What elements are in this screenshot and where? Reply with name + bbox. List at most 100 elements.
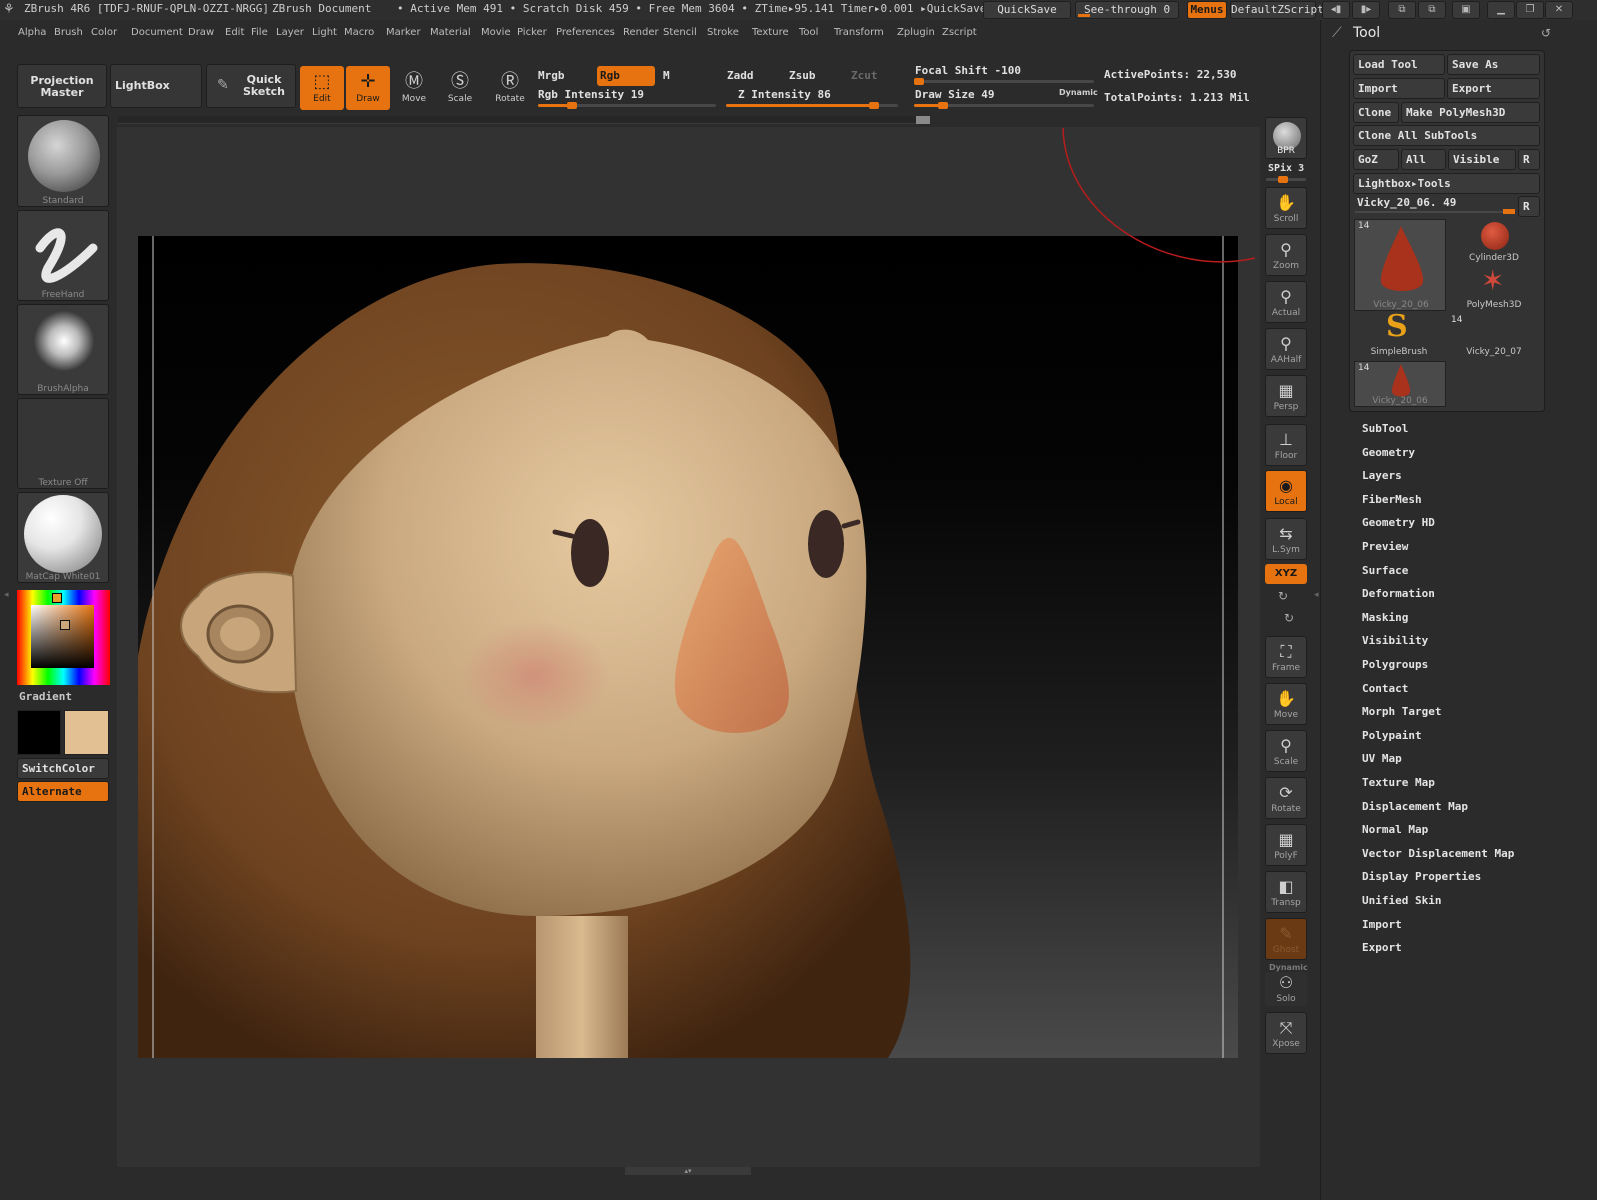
actual-button[interactable]: ⚲ Actual bbox=[1265, 281, 1307, 323]
zsub-button[interactable]: Zsub bbox=[786, 66, 844, 86]
section-vector-displacement-map[interactable]: Vector Displacement Map bbox=[1362, 847, 1514, 860]
menu-alpha[interactable]: Alpha bbox=[18, 27, 46, 38]
spix-slider[interactable] bbox=[1266, 176, 1306, 183]
tool-item-vicky-20-07[interactable]: 14 Vicky_20_07 bbox=[1449, 313, 1541, 359]
right-collapse-arrow-icon[interactable]: ◂ bbox=[1314, 590, 1319, 600]
color-shade-square[interactable] bbox=[31, 605, 94, 668]
current-tool-slider[interactable]: Vicky_20_06. 49 bbox=[1353, 193, 1516, 215]
m-button[interactable]: M bbox=[660, 66, 718, 86]
make-polymesh-button[interactable]: Make PolyMesh3D bbox=[1401, 102, 1540, 123]
menu-tool[interactable]: Tool bbox=[799, 27, 818, 38]
tool-item-cylinder3d[interactable]: Cylinder3D bbox=[1449, 219, 1541, 265]
section-unified-skin[interactable]: Unified Skin bbox=[1362, 894, 1441, 907]
layout-alt-icon[interactable]: ⧉ bbox=[1418, 1, 1446, 19]
rotate-z-icon[interactable]: ↻ bbox=[1284, 611, 1294, 625]
section-morph-target[interactable]: Morph Target bbox=[1362, 705, 1441, 718]
menu-light[interactable]: Light bbox=[312, 27, 337, 38]
z-intensity-knob[interactable] bbox=[869, 102, 879, 109]
clone-button[interactable]: Clone bbox=[1353, 102, 1399, 123]
bottom-tray-handle[interactable]: ▴▾ bbox=[625, 1167, 751, 1175]
bpr-button[interactable]: BPR bbox=[1265, 117, 1307, 159]
tool-r-button[interactable]: R bbox=[1518, 196, 1540, 217]
zoom-button[interactable]: ⚲ Zoom bbox=[1265, 234, 1307, 276]
rgb-intensity-knob[interactable] bbox=[567, 102, 577, 109]
projection-master-button[interactable]: Projection Master bbox=[17, 64, 107, 108]
minimize-icon[interactable]: ▁ bbox=[1487, 1, 1515, 19]
switch-color-button[interactable]: SwitchColor bbox=[17, 758, 109, 779]
tool-item-vicky-20-06-b[interactable]: 14 Vicky_20_06 bbox=[1354, 361, 1446, 407]
polyf-button[interactable]: ▦ PolyF bbox=[1265, 824, 1307, 866]
floor-button[interactable]: ⊥ Floor bbox=[1265, 424, 1307, 466]
section-texture-map[interactable]: Texture Map bbox=[1362, 776, 1435, 789]
menu-picker[interactable]: Picker bbox=[517, 27, 547, 38]
move-mode-button[interactable]: Ⓜ Move bbox=[392, 66, 436, 110]
section-displacement-map[interactable]: Displacement Map bbox=[1362, 800, 1468, 813]
scale-mode-button[interactable]: Ⓢ Scale bbox=[438, 66, 482, 110]
close-icon[interactable]: ✕ bbox=[1545, 1, 1573, 19]
xpose-button[interactable]: ⤧ Xpose bbox=[1265, 1012, 1307, 1054]
edit-mode-button[interactable]: ⬚ Edit bbox=[300, 66, 344, 110]
menu-render[interactable]: Render bbox=[623, 27, 659, 38]
goz-all-button[interactable]: All bbox=[1401, 149, 1446, 170]
section-normal-map[interactable]: Normal Map bbox=[1362, 823, 1428, 836]
tool-item-simplebrush[interactable]: S SimpleBrush bbox=[1354, 309, 1446, 359]
shade-marker[interactable] bbox=[60, 620, 70, 630]
local-button[interactable]: ◉ Local bbox=[1265, 470, 1307, 512]
rotate-view-button[interactable]: ⟳ Rotate bbox=[1265, 777, 1307, 819]
frame-button[interactable]: ⛶ Frame bbox=[1265, 636, 1307, 678]
section-uv-map[interactable]: UV Map bbox=[1362, 752, 1402, 765]
section-surface[interactable]: Surface bbox=[1362, 564, 1408, 577]
menu-material[interactable]: Material bbox=[430, 27, 471, 38]
document-viewport[interactable] bbox=[138, 236, 1238, 1058]
goz-visible-button[interactable]: Visible bbox=[1448, 149, 1516, 170]
tool-item-polymesh3d[interactable]: ✶ PolyMesh3D bbox=[1449, 264, 1541, 312]
menu-draw[interactable]: Draw bbox=[188, 27, 214, 38]
section-display-properties[interactable]: Display Properties bbox=[1362, 870, 1481, 883]
rotate-y-icon[interactable]: ↻ bbox=[1278, 589, 1288, 603]
z-intensity-slider[interactable] bbox=[726, 102, 898, 109]
persp-button[interactable]: ▦ Persp bbox=[1265, 375, 1307, 417]
draw-size-slider[interactable] bbox=[914, 102, 1094, 109]
section-layers[interactable]: Layers bbox=[1362, 469, 1402, 482]
zcut-button[interactable]: Zcut bbox=[848, 66, 906, 86]
default-zscript-button[interactable]: DefaultZScript bbox=[1230, 1, 1324, 19]
menu-edit[interactable]: Edit bbox=[225, 27, 244, 38]
menu-document[interactable]: Document bbox=[131, 27, 183, 38]
import-button[interactable]: Import bbox=[1353, 78, 1445, 99]
stroke-selector[interactable]: FreeHand bbox=[17, 210, 109, 301]
clone-all-subtools-button[interactable]: Clone All SubTools bbox=[1353, 125, 1540, 146]
section-fibermesh[interactable]: FiberMesh bbox=[1362, 493, 1422, 506]
section-import[interactable]: Import bbox=[1362, 918, 1402, 931]
solo-button[interactable]: ⚇ Solo bbox=[1265, 972, 1307, 1006]
section-preview[interactable]: Preview bbox=[1362, 540, 1408, 553]
menu-color[interactable]: Color bbox=[91, 27, 117, 38]
lightbox-button[interactable]: LightBox bbox=[110, 64, 202, 108]
rotate-mode-button[interactable]: Ⓡ Rotate bbox=[488, 66, 532, 110]
rgb-intensity-slider[interactable] bbox=[538, 102, 716, 109]
menus-toggle[interactable]: Menus bbox=[1187, 1, 1227, 19]
draw-size-knob[interactable] bbox=[938, 102, 948, 109]
secondary-color-swatch[interactable] bbox=[64, 710, 109, 755]
focal-shift-knob[interactable] bbox=[914, 78, 924, 85]
alpha-selector[interactable]: BrushAlpha bbox=[17, 304, 109, 395]
menu-marker[interactable]: Marker bbox=[386, 27, 421, 38]
draw-mode-button[interactable]: ✛ Draw bbox=[346, 66, 390, 110]
texture-selector[interactable]: Texture Off bbox=[17, 398, 109, 489]
primary-color-swatch[interactable] bbox=[17, 710, 61, 755]
load-tool-button[interactable]: Load Tool bbox=[1353, 54, 1445, 75]
menu-file[interactable]: File bbox=[251, 27, 268, 38]
lightbox-tools-button[interactable]: Lightbox▸Tools bbox=[1353, 173, 1540, 194]
hue-marker[interactable] bbox=[52, 593, 62, 603]
menu-macro[interactable]: Macro bbox=[344, 27, 374, 38]
canvas-top-scrollbar[interactable] bbox=[118, 116, 930, 124]
lsym-button[interactable]: ⇆ L.Sym bbox=[1265, 518, 1307, 560]
menu-movie[interactable]: Movie bbox=[481, 27, 511, 38]
restore-icon[interactable]: ❐ bbox=[1516, 1, 1544, 19]
export-button[interactable]: Export bbox=[1447, 78, 1540, 99]
section-polypaint[interactable]: Polypaint bbox=[1362, 729, 1422, 742]
section-geometry[interactable]: Geometry bbox=[1362, 446, 1415, 459]
section-polygroups[interactable]: Polygroups bbox=[1362, 658, 1428, 671]
zadd-button[interactable]: Zadd bbox=[724, 66, 782, 86]
menu-texture[interactable]: Texture bbox=[752, 27, 789, 38]
menu-preferences[interactable]: Preferences bbox=[556, 27, 615, 38]
